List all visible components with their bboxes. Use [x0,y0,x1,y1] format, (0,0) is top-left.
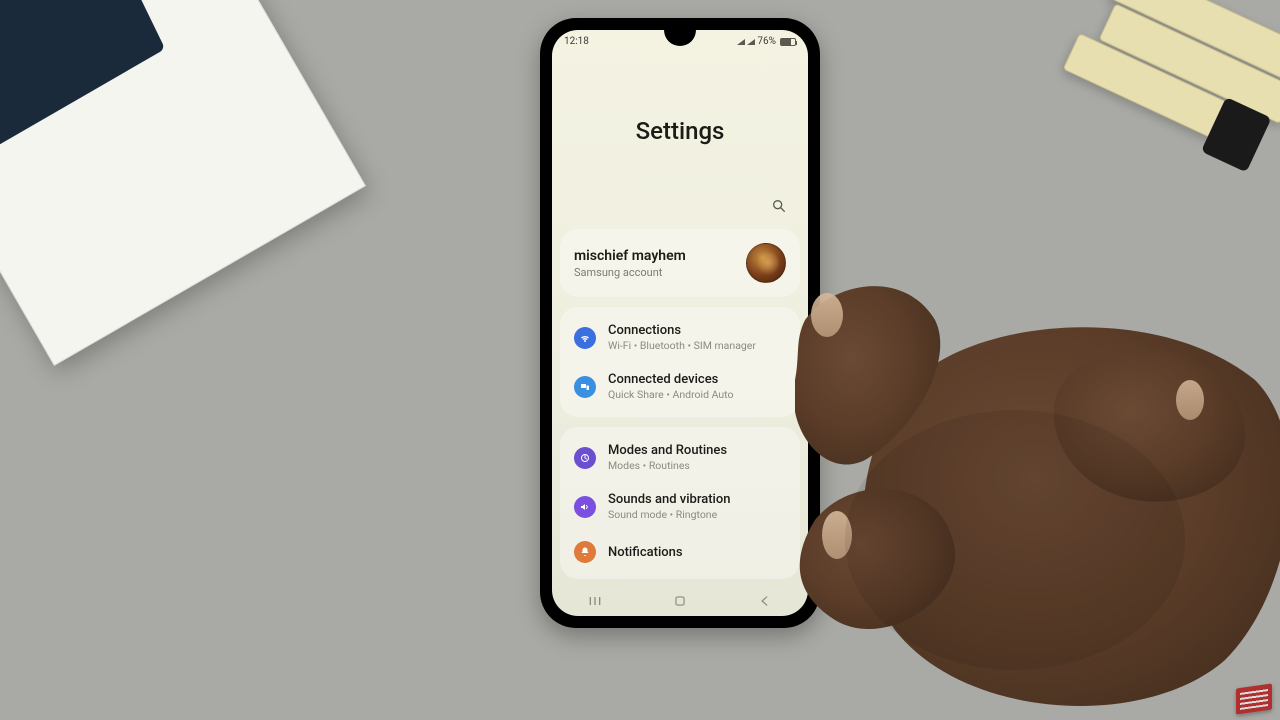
row-title: Modes and Routines [608,443,727,458]
navigation-bar [552,586,808,616]
signal-icon [737,39,743,45]
row-sub: Sound mode • Ringtone [608,508,730,521]
row-title: Notifications [608,545,683,560]
phone-screen: 12:18 76% Settings mischief mayhem [552,30,808,616]
row-sub: Modes • Routines [608,459,727,472]
account-name: mischief mayhem [574,248,686,264]
settings-group: Modes and Routines Modes • Routines Soun… [560,427,800,579]
modes-icon [574,447,596,469]
product-box: SAMSUNG Galaxy A06 [0,0,366,366]
settings-row-connections[interactable]: Connections Wi-Fi • Bluetooth • SIM mana… [560,313,800,362]
status-time: 12:18 [564,36,589,47]
page-title: Settings [552,117,808,145]
recents-button[interactable] [586,592,604,610]
avatar[interactable] [746,243,786,283]
settings-header: Settings [552,47,808,195]
watermark [1236,683,1272,714]
devices-icon [574,376,596,398]
wood-blocks [1030,0,1280,226]
phone-frame: 12:18 76% Settings mischief mayhem [540,18,820,628]
signal-icon-2 [747,39,753,45]
row-title: Connections [608,323,756,338]
settings-row-modes[interactable]: Modes and Routines Modes • Routines [560,433,800,482]
hand [795,260,1280,720]
account-sub: Samsung account [574,266,686,279]
settings-group: Connections Wi-Fi • Bluetooth • SIM mana… [560,307,800,417]
settings-row-connected-devices[interactable]: Connected devices Quick Share • Android … [560,362,800,411]
account-row[interactable]: mischief mayhem Samsung account [560,229,800,297]
back-button[interactable] [756,592,774,610]
sound-icon [574,496,596,518]
wifi-icon [574,327,596,349]
battery-icon [780,38,796,46]
home-button[interactable] [671,592,689,610]
row-title: Sounds and vibration [608,492,730,507]
settings-row-sounds[interactable]: Sounds and vibration Sound mode • Ringto… [560,482,800,531]
search-icon [771,198,787,214]
row-sub: Wi-Fi • Bluetooth • SIM manager [608,339,756,352]
search-button[interactable] [768,195,790,217]
bell-icon [574,541,596,563]
row-sub: Quick Share • Android Auto [608,388,734,401]
row-title: Connected devices [608,372,734,387]
settings-row-notifications[interactable]: Notifications [560,531,800,573]
battery-text: 76% [757,36,776,47]
box-phone-print [0,0,165,169]
